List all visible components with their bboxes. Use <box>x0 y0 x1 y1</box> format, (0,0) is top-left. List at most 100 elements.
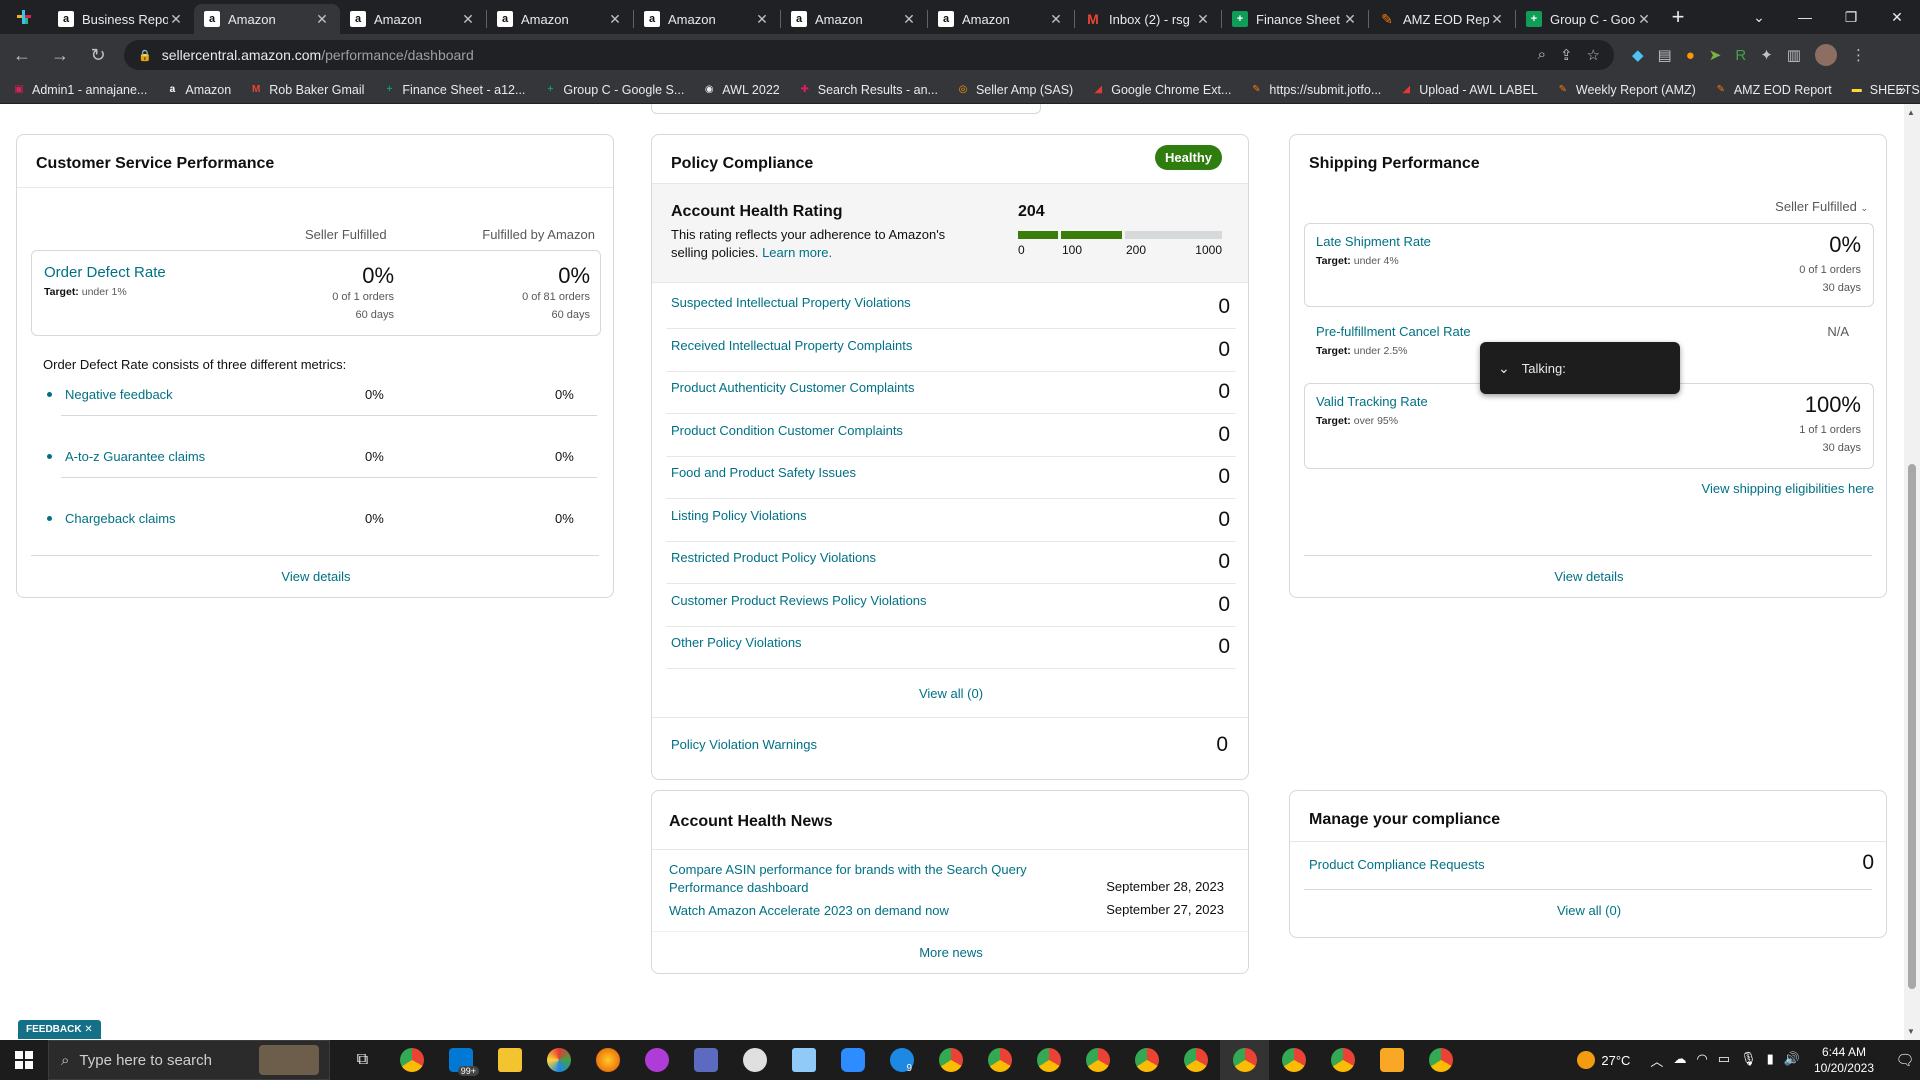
news-item-link[interactable]: Compare ASIN performance for brands with… <box>669 861 1029 897</box>
browser-tab[interactable]: a Amazon ✕ <box>634 4 780 34</box>
battery-icon[interactable]: ▮ <box>1767 1051 1774 1070</box>
bookmark-item[interactable]: ✚ Search Results - an... <box>798 83 938 97</box>
extension-diamond-icon[interactable]: ◆ <box>1632 46 1644 64</box>
bookmark-item[interactable]: a Amazon <box>165 83 232 97</box>
close-icon[interactable]: ✕ <box>168 11 184 28</box>
browser-tab[interactable]: a Amazon ✕ <box>781 4 927 34</box>
tab-search-icon[interactable]: ⌄ <box>1736 0 1782 34</box>
policy-item-link[interactable]: Received Intellectual Property Complaint… <box>671 338 912 353</box>
weather-widget[interactable]: 27°C <box>1577 1051 1630 1069</box>
negative-feedback-link[interactable]: Negative feedback <box>65 387 173 402</box>
close-icon[interactable]: ✕ <box>1636 11 1652 28</box>
share-icon[interactable]: ⇪ <box>1560 46 1573 64</box>
talking-overlay[interactable]: ⌄ Talking: <box>1480 342 1680 394</box>
chrome-profile-icon[interactable] <box>975 1040 1024 1080</box>
extension-off-icon[interactable]: ▤ <box>1658 46 1672 64</box>
browser-tab[interactable]: + Finance Sheet ✕ <box>1222 4 1368 34</box>
fulfillment-dropdown[interactable]: Seller Fulfilled ⌄ <box>1775 199 1868 214</box>
bookmark-item[interactable]: ◎ Seller Amp (SAS) <box>956 83 1074 97</box>
chrome-profile-icon[interactable] <box>1122 1040 1171 1080</box>
policy-item-link[interactable]: Other Policy Violations <box>671 635 802 650</box>
edge-icon[interactable]: 9 <box>877 1040 926 1080</box>
chevron-up-icon[interactable]: ︿ <box>1650 1051 1663 1070</box>
shipping-view-details-link[interactable]: View details <box>1290 569 1888 584</box>
product-compliance-requests-link[interactable]: Product Compliance Requests <box>1309 857 1485 872</box>
snipping-tool-icon[interactable] <box>730 1040 779 1080</box>
chrome-profile-icon[interactable] <box>1073 1040 1122 1080</box>
policy-item-link[interactable]: Restricted Product Policy Violations <box>671 550 876 565</box>
display-icon[interactable]: ▭ <box>1718 1051 1730 1070</box>
late-shipment-rate-link[interactable]: Late Shipment Rate <box>1316 234 1431 249</box>
scroll-down-icon[interactable]: ▼ <box>1907 1027 1915 1036</box>
policy-item-link[interactable]: Product Condition Customer Complaints <box>671 423 903 438</box>
chrome-profile-icon[interactable] <box>1318 1040 1367 1080</box>
shipping-eligibilities-link[interactable]: View shipping eligibilities here <box>1702 481 1874 496</box>
forward-icon[interactable]: → <box>44 39 76 71</box>
extensions-puzzle-icon[interactable]: ✦ <box>1760 46 1773 64</box>
r-app-icon[interactable] <box>1367 1040 1416 1080</box>
policy-view-all-link[interactable]: View all (0) <box>652 686 1250 701</box>
browser-tab[interactable]: a Amazon ✕ <box>340 4 486 34</box>
bookmark-item[interactable]: ◉ AWL 2022 <box>702 83 780 97</box>
bookmark-item[interactable]: ◢ Upload - AWL LABEL <box>1399 83 1537 97</box>
taskbar-search-input[interactable]: ⌕ Type here to search <box>48 1040 330 1080</box>
news-item-link[interactable]: Watch Amazon Accelerate 2023 on demand n… <box>669 902 949 920</box>
color-app-icon[interactable] <box>534 1040 583 1080</box>
chargeback-claims-link[interactable]: Chargeback claims <box>65 511 176 526</box>
policy-violation-warnings-link[interactable]: Policy Violation Warnings <box>671 737 817 752</box>
bookmark-item[interactable]: + Finance Sheet - a12... <box>382 83 525 97</box>
volume-icon[interactable]: 🔊 <box>1784 1051 1800 1070</box>
slack-icon[interactable] <box>0 0 48 34</box>
restore-button[interactable]: ❐ <box>1828 0 1874 34</box>
reload-icon[interactable]: ↻ <box>82 39 114 71</box>
bookmark-item[interactable]: ✎ https://submit.jotfo... <box>1249 83 1381 97</box>
chevron-down-icon[interactable]: ⌄ <box>1498 360 1510 377</box>
policy-item-link[interactable]: Suspected Intellectual Property Violatio… <box>671 295 911 310</box>
bookmark-star-icon[interactable]: ☆ <box>1587 46 1600 64</box>
clock[interactable]: 6:44 AM 10/20/2023 <box>1814 1044 1874 1076</box>
close-icon[interactable]: ✕ <box>901 11 917 28</box>
chrome-icon[interactable] <box>387 1040 436 1080</box>
bookmark-item[interactable]: M Rob Baker Gmail <box>249 83 364 97</box>
browser-tab[interactable]: a Amazon ✕ <box>928 4 1074 34</box>
bookmark-item[interactable]: ✎ Weekly Report (AMZ) <box>1556 83 1696 97</box>
policy-item-link[interactable]: Listing Policy Violations <box>671 508 807 523</box>
cs-view-details-link[interactable]: View details <box>17 569 615 584</box>
bookmark-item[interactable]: ▬ SHEETS <box>1850 83 1920 97</box>
chrome-profile-icon[interactable] <box>926 1040 975 1080</box>
bookmark-item[interactable]: ▣ Admin1 - annajane... <box>12 83 147 97</box>
chrome-profile-icon[interactable] <box>1269 1040 1318 1080</box>
chrome-profile-icon[interactable] <box>1171 1040 1220 1080</box>
bookmark-item[interactable]: ✎ AMZ EOD Report <box>1714 83 1832 97</box>
feedback-button[interactable]: FEEDBACK ✕ <box>18 1020 101 1039</box>
scrollbar-thumb[interactable] <box>1908 464 1916 989</box>
valid-tracking-rate-link[interactable]: Valid Tracking Rate <box>1316 394 1428 409</box>
browser-tab[interactable]: M Inbox (2) - rsg ✕ <box>1075 4 1221 34</box>
file-explorer-icon[interactable] <box>485 1040 534 1080</box>
microphone-icon[interactable]: 🎙 <box>1740 1051 1757 1070</box>
order-defect-rate-link[interactable]: Order Defect Rate <box>44 264 166 281</box>
calculator-icon[interactable] <box>681 1040 730 1080</box>
url-input[interactable]: 🔒 sellercentral.amazon.com/performance/d… <box>124 40 1614 70</box>
bookmarks-overflow-button[interactable]: » <box>1899 82 1906 97</box>
new-tab-button[interactable]: + <box>1662 0 1694 34</box>
learn-more-link[interactable]: Learn more. <box>762 245 832 260</box>
network-off-icon[interactable]: ☁ <box>1673 1051 1686 1070</box>
scroll-up-icon[interactable]: ▲ <box>1907 108 1915 117</box>
browser-tab[interactable]: a Amazon ✕ <box>194 4 340 34</box>
bookmark-item[interactable]: + Group C - Google S... <box>543 83 684 97</box>
notification-icon[interactable]: 🗨 <box>1890 1051 1920 1069</box>
chrome-profile-icon[interactable] <box>1024 1040 1073 1080</box>
minimize-button[interactable]: — <box>1782 0 1828 34</box>
policy-item-link[interactable]: Customer Product Reviews Policy Violatio… <box>671 593 927 608</box>
close-window-button[interactable]: ✕ <box>1874 0 1920 34</box>
close-icon[interactable]: ✕ <box>1195 11 1211 28</box>
close-icon[interactable]: ✕ <box>1489 11 1505 28</box>
side-panel-icon[interactable]: ▥ <box>1787 46 1801 64</box>
profile-avatar[interactable] <box>1814 44 1837 66</box>
start-button[interactable] <box>0 1040 48 1080</box>
wps-icon[interactable] <box>632 1040 681 1080</box>
chrome-profile-icon[interactable] <box>1220 1040 1269 1080</box>
task-view-icon[interactable]: ⧉ <box>338 1040 387 1080</box>
browser-tab[interactable]: ✎ AMZ EOD Rep ✕ <box>1369 4 1515 34</box>
